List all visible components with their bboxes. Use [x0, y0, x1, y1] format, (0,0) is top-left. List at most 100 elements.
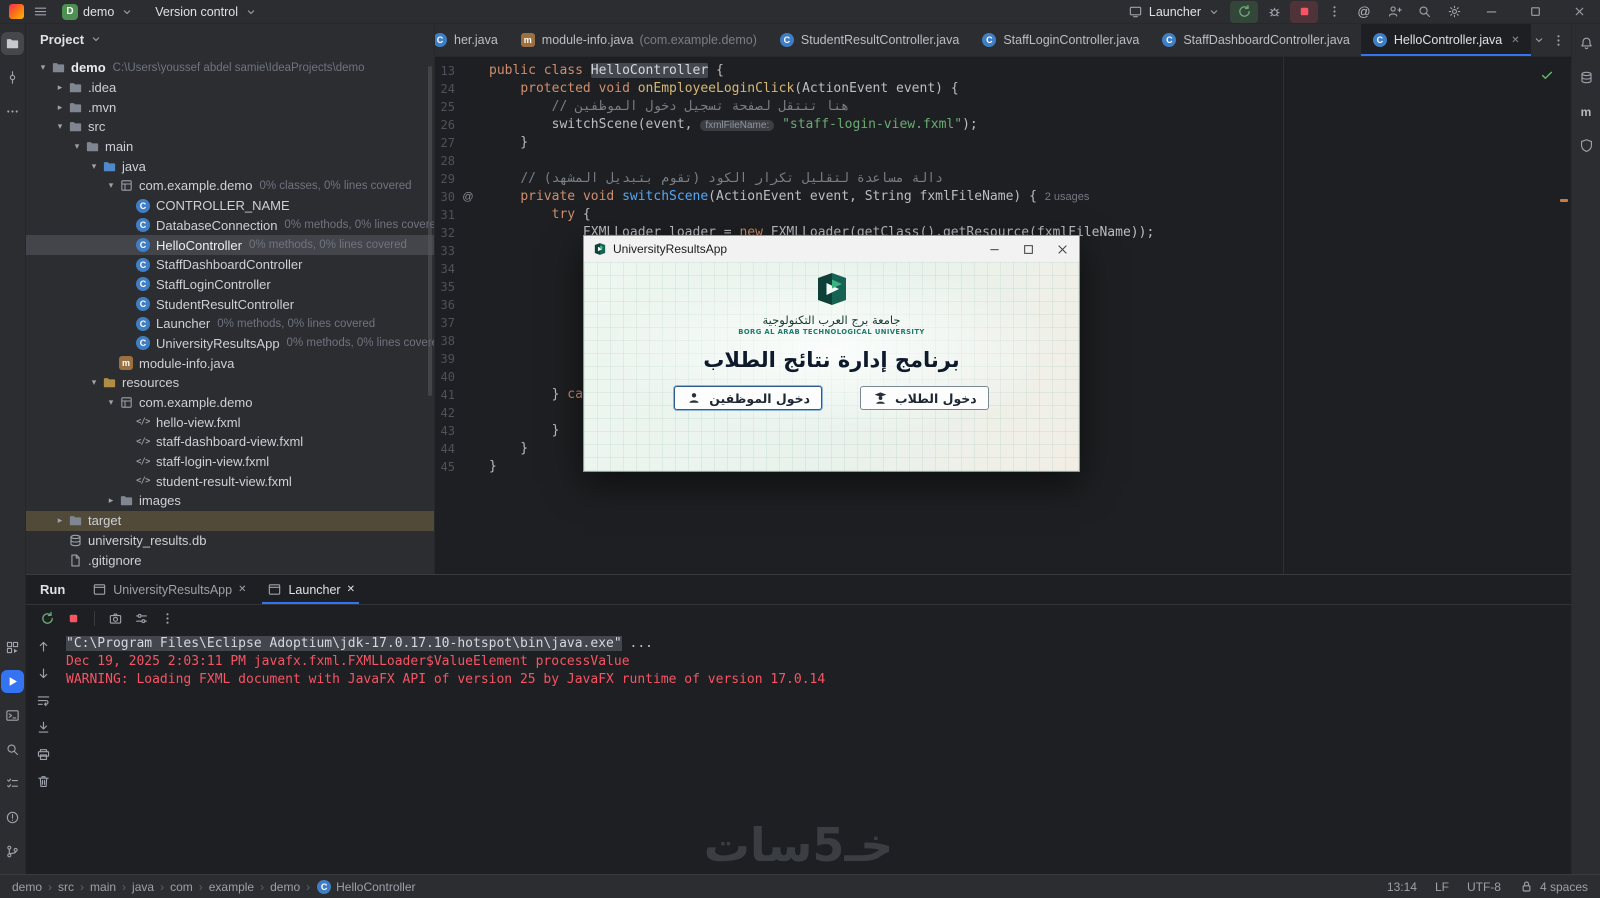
status-lf[interactable]: LF	[1435, 880, 1449, 894]
tool-run-button[interactable]	[1, 670, 24, 693]
tree-item-controller_name[interactable]: C CONTROLLER_NAME	[26, 196, 434, 216]
dialog-titlebar[interactable]: UniversityResultsApp	[584, 236, 1079, 262]
tool-shield-button[interactable]	[1575, 134, 1598, 157]
scroll-end-button[interactable]	[33, 717, 53, 737]
close-tab-icon[interactable]: ✕	[1511, 35, 1519, 46]
sliders-button[interactable]	[130, 608, 153, 630]
camera-button[interactable]	[104, 608, 127, 630]
soft-wrap-button[interactable]	[33, 690, 53, 710]
dialog-close-button[interactable]	[1045, 236, 1079, 262]
project-panel-header[interactable]: Project	[26, 24, 434, 54]
breadcrumb-src[interactable]: src	[58, 880, 74, 894]
status-4-spaces[interactable]: 4 spaces	[1519, 879, 1588, 895]
tool-project-button[interactable]	[1, 32, 24, 55]
stop-button[interactable]	[1290, 0, 1318, 23]
trash-button[interactable]	[33, 771, 53, 791]
editor-tab-studentresultcontroller.java[interactable]: C StudentResultController.java	[768, 24, 970, 56]
debug-button[interactable]	[1260, 1, 1288, 23]
tool-commit-button[interactable]	[1, 66, 24, 89]
tree-item-main[interactable]: ▾ main	[26, 137, 434, 157]
editor-tab-her.java[interactable]: Cher.java	[435, 24, 509, 56]
more-run-actions-button[interactable]	[1320, 1, 1348, 23]
breadcrumb-demo[interactable]: demo	[270, 880, 300, 894]
tool-bell-button[interactable]	[1575, 32, 1598, 55]
dots-v-button[interactable]	[156, 608, 179, 630]
breadcrumb-demo[interactable]: demo	[12, 880, 42, 894]
tree-item-target[interactable]: ▸ target	[26, 510, 434, 531]
editor-tab-staffdashboardcontroller.java[interactable]: C StaffDashboardController.java	[1150, 24, 1361, 56]
tree-item-staff-dashboard-view.fxml[interactable]: </> staff-dashboard-view.fxml	[26, 432, 434, 452]
tree-item-hello-view.fxml[interactable]: </> hello-view.fxml	[26, 412, 434, 432]
student-login-button[interactable]: دخول الطلاب	[860, 386, 989, 410]
tree-item-demo[interactable]: ▾ demo C:\Users\youssef abdel samie\IdeaPr…	[26, 58, 434, 78]
run-console[interactable]: "C:\Program Files\Eclipse Adoptium\jdk-1…	[26, 632, 1571, 874]
arrow-down-button[interactable]	[33, 663, 53, 683]
tree-item-.gitignore[interactable]: .gitignore	[26, 550, 434, 570]
settings-button[interactable]	[1440, 1, 1468, 23]
stop-button[interactable]	[62, 608, 85, 630]
inspections-ok-icon[interactable]	[1539, 67, 1555, 83]
tree-item-stafflogincontroller[interactable]: C StaffLoginController	[26, 275, 434, 295]
tree-item-.mvn[interactable]: ▸ .mvn	[26, 97, 434, 117]
staff-login-button[interactable]: دخول الموظفين	[674, 386, 823, 410]
tree-item-databaseconnection[interactable]: C DatabaseConnection 0% methods, 0% lines …	[26, 216, 434, 236]
dialog-minimize-button[interactable]	[977, 236, 1011, 262]
tool-find-button[interactable]	[1, 738, 24, 761]
tree-item-studentresultcontroller[interactable]: C StudentResultController	[26, 294, 434, 314]
tree-item-universityresultsapp[interactable]: C UniversityResultsApp 0% methods, 0% line…	[26, 334, 434, 354]
status-utf-8[interactable]: UTF-8	[1467, 880, 1501, 894]
tree-item-staff-login-view.fxml[interactable]: </> staff-login-view.fxml	[26, 452, 434, 472]
tree-item-src[interactable]: ▾ src	[26, 117, 434, 137]
breadcrumb-hellocontroller[interactable]: C HelloController	[316, 879, 416, 895]
dialog-maximize-button[interactable]	[1011, 236, 1045, 262]
search-everywhere-button[interactable]	[1410, 1, 1438, 23]
tree-item-module-info.java[interactable]: m module-info.java	[26, 353, 434, 373]
project-widget[interactable]: D demo	[56, 2, 141, 22]
tree-item-images[interactable]: ▸ images	[26, 491, 434, 511]
breadcrumb-java[interactable]: java	[132, 880, 154, 894]
editor-tab-hellocontroller.java[interactable]: C HelloController.java ✕	[1360, 24, 1531, 56]
arrow-up-button[interactable]	[33, 636, 53, 656]
tree-item-student-result-view.fxml[interactable]: </> student-result-view.fxml	[26, 471, 434, 491]
tree-item-com.example.demo[interactable]: ▾ com.example.demo	[26, 393, 434, 413]
tree-item-university_results.db[interactable]: university_results.db	[26, 531, 434, 551]
editor-tab-stafflogincontroller.java[interactable]: C StaffLoginController.java	[970, 24, 1150, 56]
project-scrollbar[interactable]	[428, 66, 432, 396]
tool-maven-button[interactable]: m	[1575, 100, 1598, 123]
editor-tab-module-info.java[interactable]: m module-info.java (com.example.demo)	[509, 24, 768, 56]
tree-item-java[interactable]: ▾ java	[26, 156, 434, 176]
close-tab-icon[interactable]: ✕	[238, 584, 246, 595]
window-minimize-button[interactable]	[1470, 0, 1512, 24]
tree-item-hellocontroller[interactable]: C HelloController 0% methods, 0% lines cov…	[26, 235, 434, 255]
tree-item-resources[interactable]: ▾ resources	[26, 373, 434, 393]
tree-item-staffdashboardcontroller[interactable]: C StaffDashboardController	[26, 255, 434, 275]
rerun-button[interactable]	[36, 608, 59, 630]
main-menu-icon[interactable]	[32, 4, 48, 20]
breadcrumb-com[interactable]: com	[170, 880, 193, 894]
window-close-button[interactable]	[1558, 0, 1600, 24]
tree-item-.idea[interactable]: ▸ .idea	[26, 78, 434, 98]
run-tab-universityresultsapp[interactable]: UniversityResultsApp ✕	[81, 575, 256, 604]
window-maximize-button[interactable]	[1514, 0, 1556, 24]
code-with-me-button[interactable]	[1380, 1, 1408, 23]
run-configuration-widget[interactable]: Launcher	[1122, 2, 1228, 22]
breadcrumb-example[interactable]: example	[209, 880, 254, 894]
tree-item-com.example.demo[interactable]: ▾ com.example.demo 0% classes, 0% lines co…	[26, 176, 434, 196]
tool-more-h-button[interactable]	[1, 100, 24, 123]
tab-options-icon[interactable]	[1551, 32, 1567, 48]
tool-todo-button[interactable]	[1, 772, 24, 795]
tool-services-button[interactable]	[1, 636, 24, 659]
print-button[interactable]	[33, 744, 53, 764]
breadcrumb-main[interactable]: main	[90, 880, 116, 894]
run-tab-launcher[interactable]: Launcher ✕	[256, 575, 365, 604]
tool-git-button[interactable]	[1, 840, 24, 863]
tool-problems-button[interactable]	[1, 806, 24, 829]
close-tab-icon[interactable]: ✕	[347, 584, 355, 595]
ai-assistant-button[interactable]: @	[1350, 1, 1378, 23]
version-control-widget[interactable]: Version control	[149, 2, 265, 22]
tool-database-button[interactable]	[1575, 66, 1598, 89]
status-13-14[interactable]: 13:14	[1387, 880, 1417, 894]
tool-terminal-button[interactable]	[1, 704, 24, 727]
rerun-button[interactable]	[1230, 0, 1258, 23]
tree-item-launcher[interactable]: C Launcher 0% methods, 0% lines covered	[26, 314, 434, 334]
